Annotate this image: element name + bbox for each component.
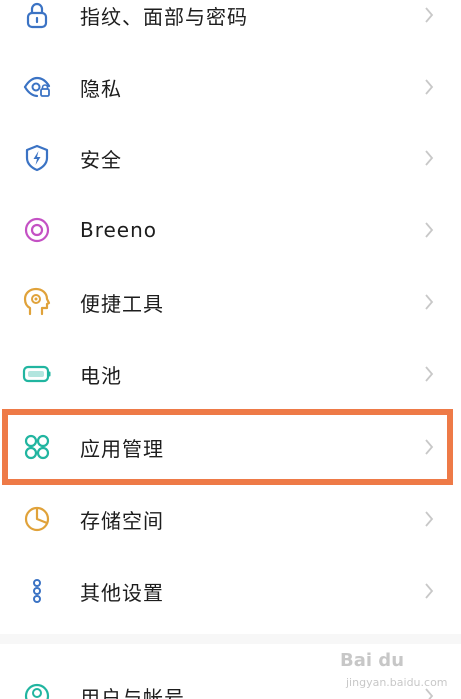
- settings-item-storage[interactable]: 存储空间: [0, 483, 461, 555]
- chevron-right-icon: [422, 685, 436, 699]
- chevron-right-icon: [422, 508, 436, 530]
- settings-item-fingerprint-face-password[interactable]: 指纹、面部与密码: [0, 0, 461, 51]
- pie-storage-icon: [22, 504, 52, 534]
- battery-icon: [22, 359, 52, 389]
- chevron-right-icon: [422, 291, 436, 313]
- chevron-right-icon: [422, 363, 436, 385]
- settings-item-label: 指纹、面部与密码: [80, 4, 248, 29]
- settings-item-security[interactable]: 安全: [0, 122, 461, 194]
- settings-item-label: 其他设置: [80, 580, 164, 605]
- privacy-eye-icon: [22, 72, 52, 102]
- chevron-right-icon: [422, 580, 436, 602]
- apps-grid-icon: [22, 432, 52, 462]
- settings-screen: 指纹、面部与密码 隐私 安全 Breeno 便捷工具 电池 应用管理 存储空间 …: [0, 0, 461, 699]
- settings-item-label: 应用管理: [80, 436, 164, 461]
- breeno-ring-icon: [22, 215, 52, 245]
- settings-item-label: 存储空间: [80, 508, 164, 533]
- settings-item-users-accounts[interactable]: 用户与帐号: [0, 660, 461, 699]
- settings-item-breeno[interactable]: Breeno: [0, 194, 461, 266]
- settings-item-label: 安全: [80, 147, 122, 172]
- settings-item-label: 电池: [80, 363, 122, 388]
- chevron-right-icon: [422, 147, 436, 169]
- chevron-right-icon: [422, 4, 436, 26]
- chevron-right-icon: [422, 76, 436, 98]
- settings-item-label: 隐私: [80, 76, 122, 101]
- user-icon: [22, 681, 52, 699]
- head-gear-icon: [22, 287, 52, 317]
- settings-item-convenience-tools[interactable]: 便捷工具: [0, 266, 461, 338]
- settings-item-privacy[interactable]: 隐私: [0, 51, 461, 123]
- shield-bolt-icon: [22, 143, 52, 173]
- settings-item-label: Breeno: [80, 218, 158, 242]
- chevron-right-icon: [422, 219, 436, 241]
- settings-item-other-settings[interactable]: 其他设置: [0, 555, 461, 627]
- settings-item-battery[interactable]: 电池: [0, 338, 461, 410]
- settings-item-app-management[interactable]: 应用管理: [0, 411, 461, 483]
- settings-item-label: 用户与帐号: [80, 685, 185, 699]
- lock-icon: [22, 0, 52, 30]
- more-dots-icon: [22, 576, 52, 606]
- chevron-right-icon: [422, 436, 436, 458]
- settings-item-label: 便捷工具: [80, 291, 164, 316]
- section-divider: [0, 634, 461, 644]
